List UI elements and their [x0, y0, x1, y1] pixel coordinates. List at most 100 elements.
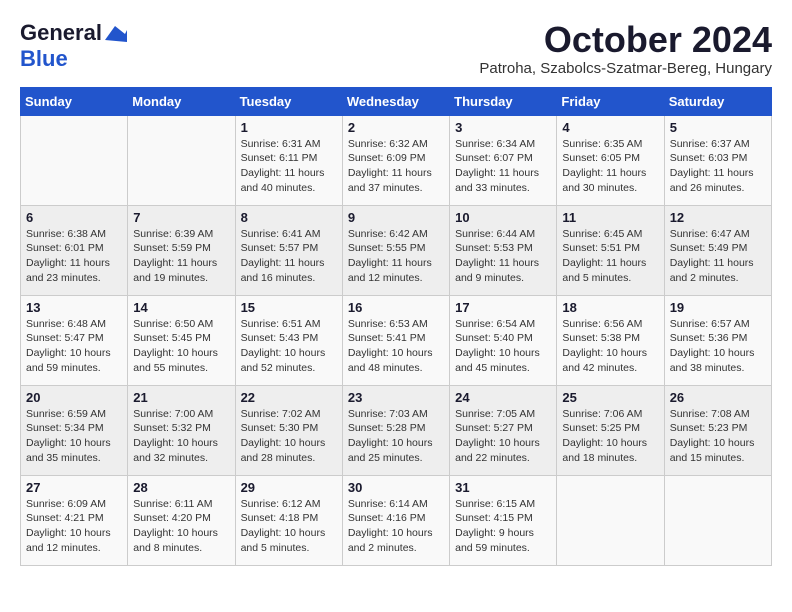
- day-number: 6: [26, 210, 122, 225]
- day-number: 11: [562, 210, 658, 225]
- col-header-sunday: Sunday: [21, 87, 128, 115]
- day-info: Sunrise: 6:37 AM Sunset: 6:03 PM Dayligh…: [670, 137, 766, 196]
- calendar-cell: 23Sunrise: 7:03 AM Sunset: 5:28 PM Dayli…: [342, 385, 449, 475]
- day-number: 22: [241, 390, 337, 405]
- day-number: 9: [348, 210, 444, 225]
- calendar-cell: [557, 475, 664, 565]
- calendar-cell: 19Sunrise: 6:57 AM Sunset: 5:36 PM Dayli…: [664, 295, 771, 385]
- day-info: Sunrise: 6:15 AM Sunset: 4:15 PM Dayligh…: [455, 497, 551, 556]
- day-number: 7: [133, 210, 229, 225]
- logo-general: General: [20, 20, 102, 46]
- calendar-cell: 28 Sunrise: 6:11 AM Sunset: 4:20 PM Dayli…: [128, 475, 235, 565]
- calendar-cell: 8 Sunrise: 6:41 AM Sunset: 5:57 PM Daylig…: [235, 205, 342, 295]
- day-number: 18: [562, 300, 658, 315]
- calendar-cell: 16 Sunrise: 6:53 AM Sunset: 5:41 PM Dayli…: [342, 295, 449, 385]
- col-header-tuesday: Tuesday: [235, 87, 342, 115]
- day-info: Sunrise: 6:09 AM Sunset: 4:21 PM Dayligh…: [26, 497, 122, 556]
- calendar-cell: 6 Sunrise: 6:38 AM Sunset: 6:01 PM Daylig…: [21, 205, 128, 295]
- day-info: Sunrise: 6:51 AM Sunset: 5:43 PM Dayligh…: [241, 317, 337, 376]
- calendar-cell: 21Sunrise: 7:00 AM Sunset: 5:32 PM Dayli…: [128, 385, 235, 475]
- logo: General Blue: [20, 20, 127, 72]
- day-number: 15: [241, 300, 337, 315]
- day-number: 8: [241, 210, 337, 225]
- day-info: Sunrise: 6:31 AM Sunset: 6:11 PM Dayligh…: [241, 137, 337, 196]
- day-number: 30: [348, 480, 444, 495]
- calendar-cell: 14 Sunrise: 6:50 AM Sunset: 5:45 PM Dayli…: [128, 295, 235, 385]
- day-number: 25: [562, 390, 658, 405]
- day-info: Sunrise: 6:50 AM Sunset: 5:45 PM Dayligh…: [133, 317, 229, 376]
- calendar-cell: 27 Sunrise: 6:09 AM Sunset: 4:21 PM Dayli…: [21, 475, 128, 565]
- day-number: 26: [670, 390, 766, 405]
- day-info: Sunrise: 6:34 AM Sunset: 6:07 PM Dayligh…: [455, 137, 551, 196]
- day-info: Sunrise: 6:56 AM Sunset: 5:38 PM Dayligh…: [562, 317, 658, 376]
- calendar-cell: 3 Sunrise: 6:34 AM Sunset: 6:07 PM Daylig…: [450, 115, 557, 205]
- day-number: 28: [133, 480, 229, 495]
- day-number: 3: [455, 120, 551, 135]
- calendar-week-row: 6 Sunrise: 6:38 AM Sunset: 6:01 PM Daylig…: [21, 205, 772, 295]
- logo-icon: [105, 26, 127, 42]
- day-number: 10: [455, 210, 551, 225]
- calendar-week-row: 20Sunrise: 6:59 AM Sunset: 5:34 PM Dayli…: [21, 385, 772, 475]
- day-info: Sunrise: 6:39 AM Sunset: 5:59 PM Dayligh…: [133, 227, 229, 286]
- month-title: October 2024: [479, 20, 772, 60]
- calendar-cell: 17Sunrise: 6:54 AM Sunset: 5:40 PM Dayli…: [450, 295, 557, 385]
- day-number: 4: [562, 120, 658, 135]
- day-info: Sunrise: 6:38 AM Sunset: 6:01 PM Dayligh…: [26, 227, 122, 286]
- calendar-cell: [21, 115, 128, 205]
- calendar-cell: 26 Sunrise: 7:08 AM Sunset: 5:23 PM Dayli…: [664, 385, 771, 475]
- calendar-cell: 2 Sunrise: 6:32 AM Sunset: 6:09 PM Daylig…: [342, 115, 449, 205]
- calendar-cell: 24Sunrise: 7:05 AM Sunset: 5:27 PM Dayli…: [450, 385, 557, 475]
- day-info: Sunrise: 6:42 AM Sunset: 5:55 PM Dayligh…: [348, 227, 444, 286]
- day-info: Sunrise: 6:48 AM Sunset: 5:47 PM Dayligh…: [26, 317, 122, 376]
- calendar-cell: 31 Sunrise: 6:15 AM Sunset: 4:15 PM Dayli…: [450, 475, 557, 565]
- calendar-week-row: 1 Sunrise: 6:31 AM Sunset: 6:11 PM Daylig…: [21, 115, 772, 205]
- day-info: Sunrise: 6:32 AM Sunset: 6:09 PM Dayligh…: [348, 137, 444, 196]
- calendar-cell: [128, 115, 235, 205]
- col-header-thursday: Thursday: [450, 87, 557, 115]
- calendar-cell: 22Sunrise: 7:02 AM Sunset: 5:30 PM Dayli…: [235, 385, 342, 475]
- col-header-wednesday: Wednesday: [342, 87, 449, 115]
- calendar-cell: 12Sunrise: 6:47 AM Sunset: 5:49 PM Dayli…: [664, 205, 771, 295]
- location-subtitle: Patroha, Szabolcs-Szatmar-Bereg, Hungary: [479, 60, 772, 77]
- day-number: 20: [26, 390, 122, 405]
- day-number: 16: [348, 300, 444, 315]
- logo-blue: Blue: [20, 46, 68, 71]
- calendar-cell: 18 Sunrise: 6:56 AM Sunset: 5:38 PM Dayli…: [557, 295, 664, 385]
- calendar-week-row: 13 Sunrise: 6:48 AM Sunset: 5:47 PM Dayli…: [21, 295, 772, 385]
- day-number: 1: [241, 120, 337, 135]
- calendar-cell: 1 Sunrise: 6:31 AM Sunset: 6:11 PM Daylig…: [235, 115, 342, 205]
- calendar-cell: 4 Sunrise: 6:35 AM Sunset: 6:05 PM Daylig…: [557, 115, 664, 205]
- day-info: Sunrise: 7:06 AM Sunset: 5:25 PM Dayligh…: [562, 407, 658, 466]
- calendar-cell: 9 Sunrise: 6:42 AM Sunset: 5:55 PM Daylig…: [342, 205, 449, 295]
- day-number: 14: [133, 300, 229, 315]
- calendar-cell: 5 Sunrise: 6:37 AM Sunset: 6:03 PM Daylig…: [664, 115, 771, 205]
- calendar-header-row: SundayMondayTuesdayWednesdayThursdayFrid…: [21, 87, 772, 115]
- calendar-cell: 25 Sunrise: 7:06 AM Sunset: 5:25 PM Dayli…: [557, 385, 664, 475]
- day-info: Sunrise: 6:47 AM Sunset: 5:49 PM Dayligh…: [670, 227, 766, 286]
- day-info: Sunrise: 7:03 AM Sunset: 5:28 PM Dayligh…: [348, 407, 444, 466]
- calendar-cell: [664, 475, 771, 565]
- calendar-cell: 13 Sunrise: 6:48 AM Sunset: 5:47 PM Dayli…: [21, 295, 128, 385]
- calendar-cell: 30Sunrise: 6:14 AM Sunset: 4:16 PM Dayli…: [342, 475, 449, 565]
- calendar-cell: 15 Sunrise: 6:51 AM Sunset: 5:43 PM Dayli…: [235, 295, 342, 385]
- day-info: Sunrise: 6:45 AM Sunset: 5:51 PM Dayligh…: [562, 227, 658, 286]
- day-info: Sunrise: 7:05 AM Sunset: 5:27 PM Dayligh…: [455, 407, 551, 466]
- day-info: Sunrise: 7:00 AM Sunset: 5:32 PM Dayligh…: [133, 407, 229, 466]
- day-info: Sunrise: 6:41 AM Sunset: 5:57 PM Dayligh…: [241, 227, 337, 286]
- day-info: Sunrise: 7:08 AM Sunset: 5:23 PM Dayligh…: [670, 407, 766, 466]
- day-info: Sunrise: 6:35 AM Sunset: 6:05 PM Dayligh…: [562, 137, 658, 196]
- day-number: 31: [455, 480, 551, 495]
- day-number: 5: [670, 120, 766, 135]
- day-number: 2: [348, 120, 444, 135]
- day-info: Sunrise: 6:53 AM Sunset: 5:41 PM Dayligh…: [348, 317, 444, 376]
- day-number: 27: [26, 480, 122, 495]
- calendar-cell: 11 Sunrise: 6:45 AM Sunset: 5:51 PM Dayli…: [557, 205, 664, 295]
- calendar-cell: 20Sunrise: 6:59 AM Sunset: 5:34 PM Dayli…: [21, 385, 128, 475]
- page-header: General Blue October 2024 Patroha, Szabo…: [20, 20, 772, 77]
- day-number: 13: [26, 300, 122, 315]
- col-header-friday: Friday: [557, 87, 664, 115]
- day-info: Sunrise: 6:54 AM Sunset: 5:40 PM Dayligh…: [455, 317, 551, 376]
- day-number: 19: [670, 300, 766, 315]
- calendar-week-row: 27 Sunrise: 6:09 AM Sunset: 4:21 PM Dayli…: [21, 475, 772, 565]
- day-info: Sunrise: 6:11 AM Sunset: 4:20 PM Dayligh…: [133, 497, 229, 556]
